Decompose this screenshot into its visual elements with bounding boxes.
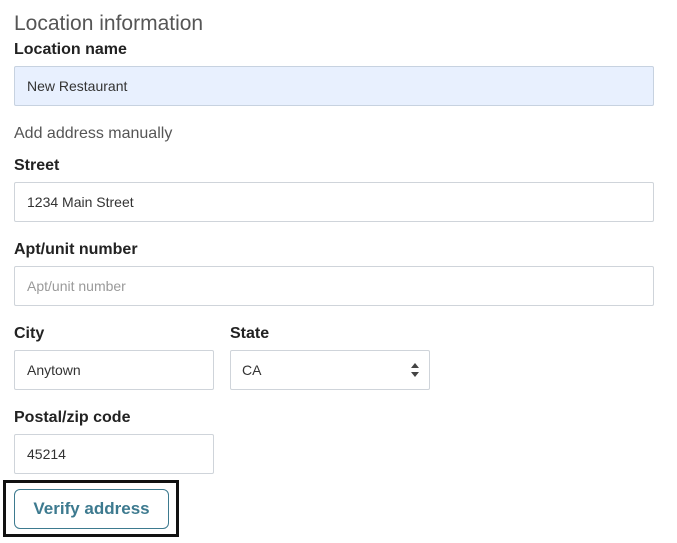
postal-code-label: Postal/zip code bbox=[14, 409, 131, 426]
apt-unit-input[interactable] bbox=[14, 266, 654, 306]
street-input[interactable] bbox=[14, 182, 654, 222]
section-title: Location information bbox=[14, 12, 204, 35]
verify-address-button[interactable]: Verify address bbox=[14, 489, 169, 529]
state-selected-value: CA bbox=[242, 362, 262, 378]
city-input[interactable] bbox=[14, 350, 214, 390]
state-label: State bbox=[230, 325, 270, 342]
postal-code-input[interactable] bbox=[14, 434, 214, 474]
location-name-label: Location name bbox=[14, 41, 127, 58]
state-select[interactable]: CA bbox=[230, 350, 430, 390]
street-label: Street bbox=[14, 157, 60, 174]
city-label: City bbox=[14, 325, 45, 342]
location-name-input[interactable] bbox=[14, 66, 654, 106]
location-form: Location information Location name Add a… bbox=[0, 0, 677, 543]
sort-arrows-icon bbox=[411, 363, 419, 377]
add-address-manually-heading: Add address manually bbox=[14, 125, 173, 142]
apt-unit-label: Apt/unit number bbox=[14, 241, 138, 258]
